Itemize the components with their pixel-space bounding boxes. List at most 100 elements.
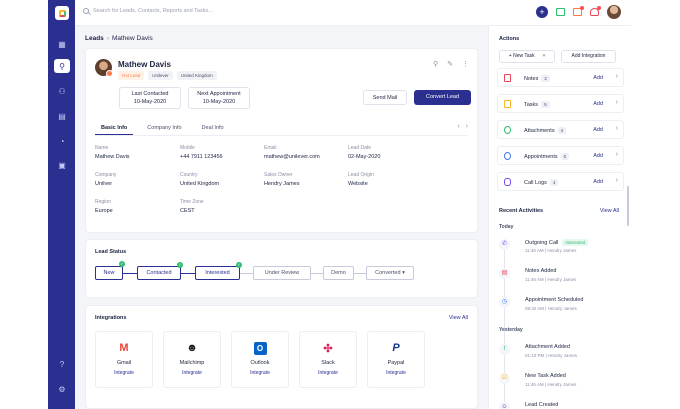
add-attachments-button[interactable]: Add <box>593 127 603 133</box>
lead-status-title: Lead Status <box>95 249 127 255</box>
tab-company-info[interactable]: Company Info <box>141 122 187 135</box>
add-integration-button[interactable]: Add Integration <box>561 50 616 63</box>
calendar-icon[interactable]: ▣ <box>54 158 70 172</box>
field-company: Company Unilver <box>95 172 117 187</box>
app-window: ▦ ⚲ ⚇ ▤ ◔ ▣ ? ⚙ Search for Leads, Contac… <box>48 0 631 409</box>
action-row-call-logs[interactable]: Call Logs 4 Add › <box>497 172 624 191</box>
slack-icon: ✣ <box>323 342 333 355</box>
field-name: Name Mathew Davis <box>95 145 130 160</box>
more-icon[interactable]: ⋮ <box>462 60 469 68</box>
step-under-review[interactable]: Under Review <box>253 266 311 280</box>
integrations-card: Integrations View All M Gmail Integrate … <box>85 305 478 409</box>
action-row-tasks[interactable]: Tasks 5 Add › <box>497 94 624 113</box>
breadcrumb: Leads › Mathew Davis <box>85 35 153 42</box>
settings-icon[interactable]: ⚙ <box>54 382 70 396</box>
chevron-right-icon: › <box>615 177 618 184</box>
edit-icon[interactable]: ✎ <box>447 60 453 68</box>
action-row-appointments[interactable]: Appointments 0 Add › <box>497 146 624 165</box>
chevron-right-icon: › <box>615 151 618 158</box>
field-email: Email mathew@unilever.com <box>264 145 320 160</box>
breadcrumb-root[interactable]: Leads <box>85 35 104 42</box>
search-bar[interactable]: Search for Leads, Contacts, Reports and … <box>83 8 213 14</box>
tag-hot-lead: Hot Lead <box>118 71 145 80</box>
sidebar: ▦ ⚲ ⚇ ▤ ◔ ▣ ? ⚙ <box>48 0 75 409</box>
tag-country: United Kingdom <box>176 71 217 80</box>
lead-avatar <box>95 59 113 77</box>
add-appointments-button[interactable]: Add <box>593 153 603 159</box>
integrations-view-all[interactable]: View All <box>449 315 468 321</box>
chevron-right-icon: › <box>615 73 618 80</box>
chevron-right-icon[interactable]: › <box>466 123 468 130</box>
user-avatar[interactable] <box>607 5 621 19</box>
send-mail-button[interactable]: Send Mail <box>363 90 407 105</box>
field-country: Country United Kingdom <box>180 172 220 187</box>
field-time-zone: Time Zone CEST <box>180 199 204 214</box>
check-icon: ✓ <box>177 262 183 268</box>
notes-icon <box>504 74 511 82</box>
step-converted-dropdown[interactable]: Converted ▾ <box>366 266 414 280</box>
lead-profile-card: Mathew Davis Hot Lead Unilever United Ki… <box>85 48 478 233</box>
calendar-notification-icon[interactable] <box>573 6 584 16</box>
field-region: Region Europe <box>95 199 113 214</box>
scrollbar[interactable] <box>627 186 629 226</box>
integration-gmail: M Gmail Integrate <box>95 331 153 388</box>
clock-icon <box>504 152 511 160</box>
create-button[interactable]: + <box>536 6 548 18</box>
top-icons: + <box>536 5 621 19</box>
chevron-right-icon: › <box>615 99 618 106</box>
add-notes-button[interactable]: Add <box>593 75 603 81</box>
add-call-logs-button[interactable]: Add <box>593 179 603 185</box>
add-tasks-button[interactable]: Add <box>593 101 603 107</box>
step-demo[interactable]: Demo <box>323 266 354 280</box>
help-icon[interactable]: ? <box>54 357 70 371</box>
recent-activities-title: Recent Activities <box>499 208 544 214</box>
step-new[interactable]: New <box>95 266 123 280</box>
app-logo[interactable] <box>55 6 69 20</box>
action-row-notes[interactable]: Notes 2 Add › <box>497 68 624 87</box>
step-contacted[interactable]: Contacted ✓ <box>137 262 183 280</box>
outlook-icon: O <box>251 340 269 356</box>
search-icon <box>83 8 89 14</box>
mail-icon[interactable] <box>556 8 565 16</box>
mailchimp-icon: ☻ <box>186 342 198 354</box>
action-row-attachments[interactable]: Attachments 4 Add › <box>497 120 624 139</box>
leads-icon[interactable]: ⚲ <box>54 59 70 73</box>
search-icon[interactable]: ⚲ <box>433 60 438 68</box>
search-placeholder: Search for Leads, Contacts, Reports and … <box>93 8 213 14</box>
integrate-button[interactable]: Integrate <box>96 370 152 376</box>
dashboard-icon[interactable]: ▦ <box>54 37 70 51</box>
integration-outlook: O Outlook Integrate <box>231 331 289 388</box>
field-lead-date: Lead Date 02-May-2020 <box>348 145 381 160</box>
field-lead-origin: Lead Origin Website <box>348 172 374 187</box>
chevron-left-icon[interactable]: ‹ <box>457 123 459 130</box>
documents-icon[interactable]: ▤ <box>54 109 70 123</box>
integration-slack: ✣ Slack Integrate <box>299 331 357 388</box>
integration-mailchimp: ☻ Mailchimp Integrate <box>163 331 221 388</box>
right-panel: Actions + New Task ▾ Add Integration Note… <box>488 26 631 409</box>
tab-deal-info[interactable]: Deal Info <box>196 122 230 135</box>
lead-status-card: Lead Status New Contacted ✓ Interested ✓ U… <box>85 239 478 298</box>
reports-icon[interactable]: ◔ <box>54 134 70 148</box>
tasks-icon: ☑ <box>499 373 510 384</box>
step-interested[interactable]: Interested ✓ <box>195 262 242 280</box>
integrate-button[interactable]: Integrate <box>300 370 356 376</box>
tab-basic-info[interactable]: Basic Info <box>95 122 134 135</box>
paypal-icon: P <box>392 342 400 354</box>
check-icon: ✓ <box>119 261 125 267</box>
bell-icon[interactable] <box>590 6 601 16</box>
notes-icon: ▤ <box>499 268 510 279</box>
integrate-button[interactable]: Integrate <box>368 370 424 376</box>
contacts-icon[interactable]: ⚇ <box>54 84 70 98</box>
recent-view-all[interactable]: View All <box>600 208 619 214</box>
gmail-icon: M <box>119 342 129 354</box>
tasks-icon <box>504 100 511 108</box>
field-mobile: Mobile +44 7911 123456 <box>180 145 223 160</box>
last-contacted: Last Contacted 10-May-2020 <box>119 87 181 109</box>
integrate-button[interactable]: Integrate <box>232 370 288 376</box>
new-task-button[interactable]: + New Task ▾ <box>499 50 555 63</box>
tab-scroll-arrows: ‹ › <box>457 123 468 130</box>
integrate-button[interactable]: Integrate <box>164 370 220 376</box>
convert-lead-button[interactable]: Convert Lead <box>414 90 471 105</box>
chevron-right-icon: › <box>615 125 618 132</box>
field-sales-owner: Sales Owner Hendry James <box>264 172 300 187</box>
